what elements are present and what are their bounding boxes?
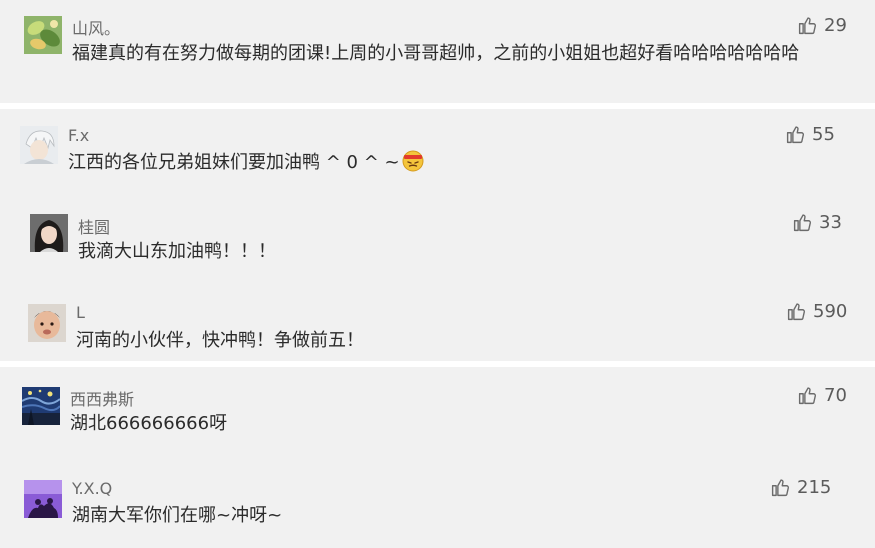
like-count: 590 [813, 301, 848, 322]
comment-author: 山风。 [72, 19, 121, 38]
thumbs-up-icon [787, 303, 806, 321]
comment-author: F.x [68, 126, 90, 145]
comment-text: 湖北666666666呀 [70, 413, 228, 434]
avatar[interactable] [30, 214, 68, 252]
like-button[interactable]: 590 [786, 301, 847, 322]
purple-silhouette-avatar-icon [24, 480, 62, 518]
like-count: 33 [819, 212, 842, 233]
thumbs-up-icon [786, 126, 805, 144]
comment-block: 山风。 福建真的有在努力做每期的团课!上周的小哥哥超帅，之前的小姐姐也超好看哈哈… [0, 0, 875, 103]
avatar[interactable] [24, 16, 62, 54]
comment-author: 西西弗斯 [70, 390, 135, 409]
thumbs-up-icon [798, 17, 817, 35]
like-button[interactable]: 55 [785, 124, 835, 145]
green-leaves-avatar-icon [24, 16, 62, 54]
avatar[interactable] [24, 480, 62, 518]
like-button[interactable]: 33 [792, 212, 842, 233]
comment-text: 湖南大军你们在哪~冲呀~ [72, 505, 283, 526]
thumbs-up-icon [793, 214, 812, 232]
like-button[interactable]: 70 [797, 385, 847, 406]
comment-block: 西西弗斯 湖北666666666呀 70 Y.X.Q 湖南大军你们在哪~冲呀~ … [0, 367, 875, 548]
comment-text: 福建真的有在努力做每期的团课!上周的小哥哥超帅，之前的小姐姐也超好看哈哈哈哈哈哈… [72, 43, 800, 64]
thumbs-up-icon [771, 479, 790, 497]
comment-text: 河南的小伙伴，快冲鸭！争做前五！ [76, 330, 364, 351]
like-button[interactable]: 215 [770, 477, 831, 498]
avatar[interactable] [28, 304, 66, 342]
comment-text: 江西的各位兄弟姐妹们要加油鸭 ^ 0 ^ ~ [68, 148, 768, 177]
comment-author: 桂圆 [78, 218, 111, 237]
like-count: 215 [797, 477, 832, 498]
like-button[interactable]: 29 [797, 15, 847, 36]
avatar[interactable] [20, 126, 58, 164]
like-count: 29 [824, 15, 847, 36]
starry-night-avatar-icon [22, 387, 60, 425]
comment-block: F.x 江西的各位兄弟姐妹们要加油鸭 ^ 0 ^ ~ 55 桂圆 我滴大山东加油… [0, 109, 875, 361]
comment-author: L [76, 303, 85, 322]
anime-character-avatar-icon [20, 126, 58, 164]
comment-author: Y.X.Q [72, 479, 113, 498]
avatar[interactable] [22, 387, 60, 425]
like-count: 70 [824, 385, 847, 406]
child-portrait-avatar-icon [28, 304, 66, 342]
thumbs-up-icon [798, 387, 817, 405]
like-count: 55 [812, 124, 835, 145]
girl-portrait-avatar-icon [30, 214, 68, 252]
comment-text: 我滴大山东加油鸭！！！ [78, 241, 276, 262]
comment-text-content: 江西的各位兄弟姐妹们要加油鸭 ^ 0 ^ ~ [68, 152, 400, 173]
determined-face-emoji-icon [402, 150, 424, 172]
